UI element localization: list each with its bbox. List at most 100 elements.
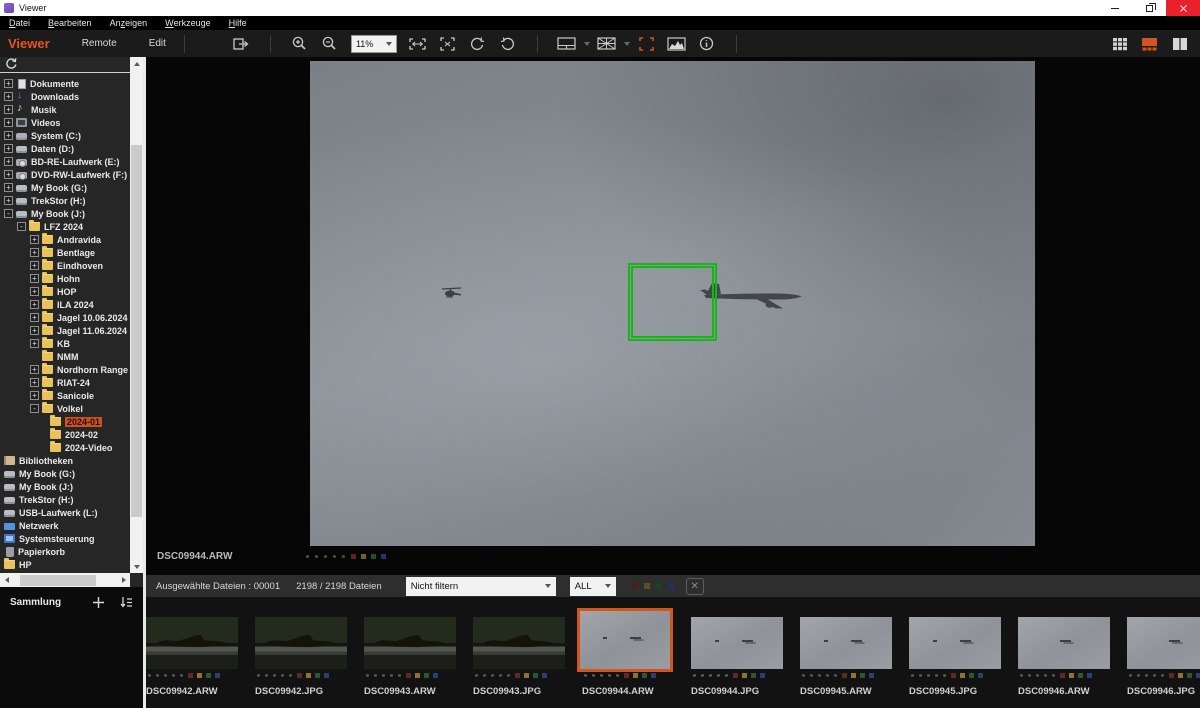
- expand-toggle-icon[interactable]: [4, 118, 13, 127]
- photo-preview[interactable]: [310, 61, 1035, 546]
- expand-toggle-icon[interactable]: [30, 326, 39, 335]
- thumbnail-image[interactable]: [691, 617, 783, 669]
- thumbnail-item[interactable]: DSC09944.ARW: [582, 597, 674, 708]
- tree-item[interactable]: TrekStor (H:): [0, 194, 130, 207]
- minimize-button[interactable]: [1098, 0, 1132, 16]
- layout-multi-button[interactable]: [595, 33, 619, 55]
- tree-item[interactable]: DVD-RW-Laufwerk (F:): [0, 168, 130, 181]
- expand-toggle-icon[interactable]: [30, 300, 39, 309]
- rotate-left-button[interactable]: [466, 33, 490, 55]
- scroll-right-button[interactable]: [117, 573, 130, 587]
- color-label-blue[interactable]: [381, 554, 386, 559]
- filter-label-green[interactable]: [656, 583, 662, 589]
- color-label-yellow[interactable]: [361, 554, 366, 559]
- focus-frame-button[interactable]: [635, 33, 659, 55]
- tree-item[interactable]: My Book (G:): [0, 467, 130, 480]
- tree-item[interactable]: My Book (J:): [0, 207, 130, 220]
- tree-item[interactable]: ILA 2024: [0, 298, 130, 311]
- tree-item[interactable]: Videos: [0, 116, 130, 129]
- info-button[interactable]: [695, 33, 719, 55]
- tab-edit[interactable]: Edit: [149, 38, 166, 49]
- layout-multi-dropdown-icon[interactable]: [624, 42, 630, 46]
- menu-item[interactable]: Anzeigen: [101, 16, 157, 30]
- expand-toggle-icon[interactable]: [4, 92, 13, 101]
- tree-item[interactable]: System (C:): [0, 129, 130, 142]
- rating-dot[interactable]: [315, 555, 318, 558]
- expand-toggle-icon[interactable]: [4, 157, 13, 166]
- expand-toggle-icon[interactable]: [4, 131, 13, 140]
- tree-item[interactable]: BD-RE-Laufwerk (E:): [0, 155, 130, 168]
- rating-dot[interactable]: [306, 555, 309, 558]
- rating-dot[interactable]: [342, 555, 345, 558]
- refresh-button[interactable]: [5, 56, 17, 74]
- tree-item[interactable]: Nordhorn Range: [0, 363, 130, 376]
- rotate-right-button[interactable]: [496, 33, 520, 55]
- tree-item[interactable]: NMM: [0, 350, 130, 363]
- color-label-red[interactable]: [351, 554, 356, 559]
- expand-toggle-icon[interactable]: [4, 79, 13, 88]
- thumbnail-image[interactable]: [364, 617, 456, 669]
- tree-item[interactable]: My Book (G:): [0, 181, 130, 194]
- expand-toggle-icon[interactable]: [30, 287, 39, 296]
- zoom-out-button[interactable]: [318, 33, 342, 55]
- tree-item[interactable]: Netzwerk: [0, 519, 130, 532]
- sort-collection-button[interactable]: [117, 593, 135, 611]
- expand-toggle-icon[interactable]: [30, 404, 39, 413]
- expand-toggle-icon[interactable]: [4, 196, 13, 205]
- layout-single-dropdown-icon[interactable]: [584, 42, 590, 46]
- thumbnail-image[interactable]: [1127, 617, 1200, 669]
- grid-view-button[interactable]: [1107, 33, 1132, 54]
- expand-toggle-icon[interactable]: [30, 339, 39, 348]
- tree-item[interactable]: Hohn: [0, 272, 130, 285]
- tree-item[interactable]: RIAT-24: [0, 376, 130, 389]
- fit-to-screen-button[interactable]: [406, 33, 430, 55]
- tree-item[interactable]: My Book (J:): [0, 480, 130, 493]
- expand-toggle-icon[interactable]: [30, 365, 39, 374]
- thumbnail-item[interactable]: DSC09943.JPG: [473, 597, 565, 708]
- close-button[interactable]: [1166, 0, 1200, 16]
- expand-toggle-icon[interactable]: [30, 274, 39, 283]
- tree-horizontal-scrollbar[interactable]: [0, 573, 130, 587]
- tree-item[interactable]: LFZ 2024: [0, 220, 130, 233]
- expand-toggle-icon[interactable]: [30, 378, 39, 387]
- scrollbar-thumb[interactable]: [131, 145, 142, 517]
- tree-item[interactable]: Daten (D:): [0, 142, 130, 155]
- expand-toggle-icon[interactable]: [30, 313, 39, 322]
- thumbnail-item[interactable]: DSC09942.JPG: [255, 597, 347, 708]
- tree-item[interactable]: KB: [0, 337, 130, 350]
- zoom-in-button[interactable]: [288, 33, 312, 55]
- tree-item[interactable]: Systemsteuerung: [0, 532, 130, 545]
- histogram-button[interactable]: [665, 33, 689, 55]
- tree-item[interactable]: Musik: [0, 103, 130, 116]
- tree-item[interactable]: HOP: [0, 285, 130, 298]
- tree-item[interactable]: Jagel 10.06.2024: [0, 311, 130, 324]
- file-type-dropdown[interactable]: ALL: [570, 577, 616, 596]
- tree-item[interactable]: 2024-01: [0, 415, 130, 428]
- layout-single-button[interactable]: [555, 33, 579, 55]
- tree-item[interactable]: TrekStor (H:): [0, 493, 130, 506]
- tree-item[interactable]: Andravida: [0, 233, 130, 246]
- compare-view-button[interactable]: [1167, 33, 1192, 54]
- tree-item[interactable]: 2024-02: [0, 428, 130, 441]
- expand-toggle-icon[interactable]: [4, 105, 13, 114]
- tree-item[interactable]: Bibliotheken: [0, 454, 130, 467]
- thumbnail-image[interactable]: [1018, 617, 1110, 669]
- expand-toggle-icon[interactable]: [30, 391, 39, 400]
- expand-toggle-icon[interactable]: [30, 248, 39, 257]
- tree-item[interactable]: Sanicole: [0, 389, 130, 402]
- menu-item[interactable]: Hilfe: [220, 16, 256, 30]
- thumbnail-item[interactable]: DSC09943.ARW: [364, 597, 456, 708]
- restore-button[interactable]: [1132, 0, 1166, 16]
- tree-item[interactable]: Papierkorb: [0, 545, 130, 558]
- thumbnail-item[interactable]: DSC09946.JPG: [1127, 597, 1200, 708]
- thumbnail-item[interactable]: DSC09945.JPG: [909, 597, 1001, 708]
- color-label-green[interactable]: [371, 554, 376, 559]
- scroll-up-button[interactable]: [130, 57, 143, 70]
- expand-toggle-icon[interactable]: [30, 261, 39, 270]
- tree-item[interactable]: Bentlage: [0, 246, 130, 259]
- thumbnail-image[interactable]: [577, 608, 673, 672]
- expand-toggle-icon[interactable]: [4, 209, 13, 218]
- expand-toggle-icon[interactable]: [17, 222, 26, 231]
- expand-toggle-icon[interactable]: [4, 170, 13, 179]
- expand-toggle-icon[interactable]: [4, 144, 13, 153]
